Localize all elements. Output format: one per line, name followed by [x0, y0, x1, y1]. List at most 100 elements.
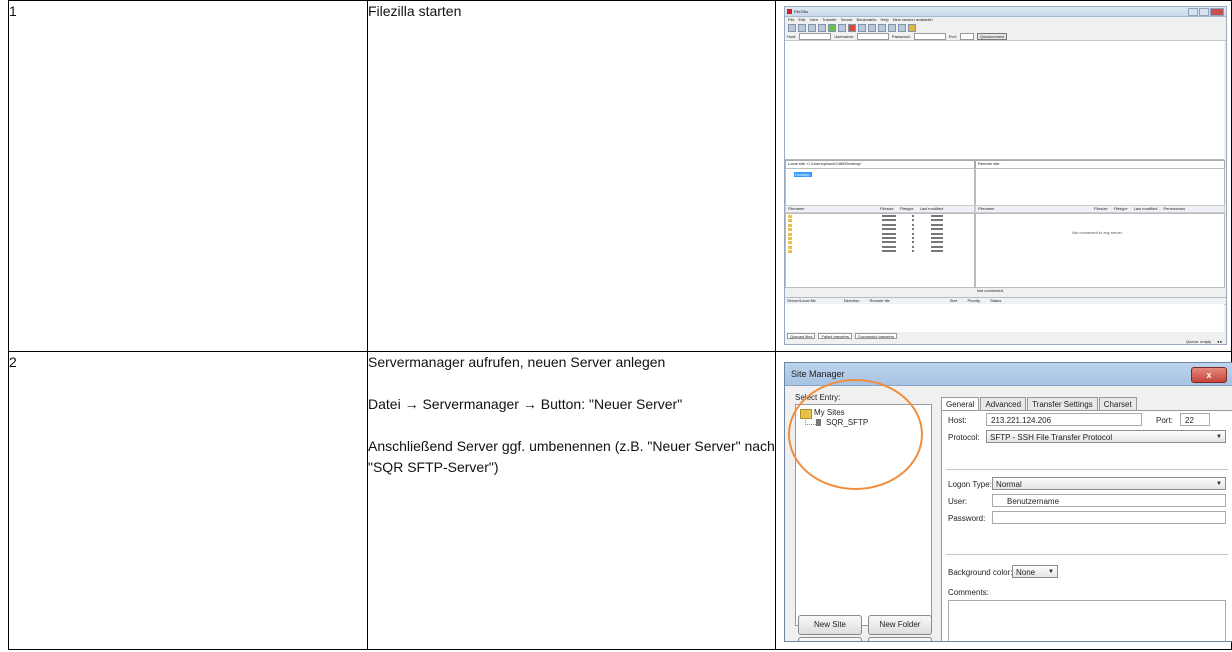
file-modified — [931, 223, 943, 226]
new-site-button: New Site — [798, 615, 862, 635]
menu-new-version: New version available! — [892, 17, 933, 22]
remote-list-header: Filename Filesize Filetype Last modified… — [975, 205, 1225, 213]
col-filesize: Filesize — [1094, 206, 1108, 211]
file-modified — [931, 228, 943, 231]
tab-failed-transfers: Failed transfers — [818, 333, 853, 339]
highlight-circle — [788, 379, 923, 490]
col-filename: Filename — [978, 206, 995, 211]
quickconnect-button: Quickconnect — [977, 32, 1008, 40]
filezilla-logo-icon — [787, 9, 792, 14]
filter-icon — [878, 23, 886, 32]
local-site-label: Local site: — [788, 161, 807, 166]
file-size — [912, 228, 914, 231]
password-label: Password: — [891, 33, 911, 39]
queue-tabs: Queued files Failed transfers Successful… — [785, 333, 1226, 339]
step-number: 1 — [8, 0, 368, 352]
password-input — [913, 32, 946, 40]
tree-selected-label: Desktop — [795, 172, 810, 177]
close-icon: x — [1191, 367, 1227, 383]
step-text: Anschließend Server ggf. umbenennen (z.B… — [368, 438, 775, 475]
tab-queued-files: Queued files — [787, 333, 816, 339]
protocol-select: SFTP - SSH File Transfer Protocol — [986, 430, 1226, 444]
user-label: User: — [948, 497, 968, 506]
file-size — [912, 215, 914, 217]
remote-tree — [975, 168, 1225, 206]
process-queue-icon — [838, 23, 846, 32]
divider — [946, 469, 1228, 470]
protocol-label: Protocol: — [948, 433, 980, 442]
password-input — [992, 511, 1226, 524]
host-label: Host: — [948, 416, 967, 425]
screenshot-cell: FileZilla File Edit View Transfer Server… — [775, 0, 1232, 352]
file-modified — [931, 219, 943, 222]
col-last-modified: Last modified — [919, 206, 944, 211]
toggle-log-icon — [798, 23, 806, 32]
local-list-header: Filename Filesize Filetype Last modified — [785, 205, 975, 213]
filezilla-screenshot: FileZilla File Edit View Transfer Server… — [784, 6, 1227, 345]
queue-area — [785, 304, 1224, 332]
menu-view: View — [809, 17, 818, 22]
window-controls — [1188, 8, 1224, 16]
remote-file-list: Not connected to any server — [975, 213, 1225, 288]
port-label: Port: — [948, 33, 958, 39]
site-tabs: General Advanced Transfer Settings Chars… — [941, 397, 1138, 411]
col-filetype: Filetype — [899, 206, 914, 211]
file-size — [912, 236, 914, 239]
file-modified — [931, 250, 943, 253]
file-type — [882, 215, 896, 217]
site-manager-title: Site Manager — [791, 369, 845, 379]
compare-icon — [888, 23, 896, 32]
message-log — [785, 41, 1224, 160]
logon-type-label: Logon Type: — [948, 480, 992, 489]
remote-site-label: Remote site: — [978, 161, 1001, 166]
file-type — [882, 245, 896, 248]
file-modified — [931, 236, 943, 239]
col-filename: Filename — [788, 206, 805, 211]
host-label: Host: — [787, 33, 797, 39]
file-row — [786, 249, 974, 254]
table-row: 1 Filezilla starten FileZilla File Edit … — [8, 0, 1232, 352]
col-permissions: Permissions — [1163, 206, 1186, 211]
minimize-icon — [1188, 8, 1198, 16]
file-size — [912, 241, 914, 244]
file-modified — [931, 215, 943, 217]
file-type — [882, 228, 896, 231]
comments-label: Comments: — [948, 588, 989, 597]
screenshot-cell: Site Manager x Select Entry: My Sites SQ… — [775, 351, 1232, 650]
toggle-remote-icon — [818, 23, 826, 32]
sync-icon — [898, 23, 906, 32]
divider — [946, 554, 1228, 555]
search-icon — [908, 23, 916, 32]
port-label: Port: — [1156, 416, 1173, 425]
site-manager-screenshot: Site Manager x Select Entry: My Sites SQ… — [784, 362, 1232, 642]
remote-status: Not connected. — [975, 287, 1223, 295]
col-last-modified: Last modified — [1133, 206, 1158, 211]
refresh-icon — [828, 23, 836, 32]
table-row: 2 Servermanager aufrufen, neuen Server a… — [8, 351, 1232, 650]
filezilla-title: FileZilla — [794, 9, 808, 14]
step-text: Filezilla starten — [368, 3, 462, 19]
username-label: Username: — [834, 33, 854, 39]
file-type — [882, 236, 896, 239]
local-file-list — [785, 213, 975, 288]
background-color-label: Background color: — [948, 568, 1013, 577]
instruction-table: 1 Filezilla starten FileZilla File Edit … — [8, 0, 1232, 650]
step-text: Servermanager aufrufen, neuen Server anl… — [368, 354, 666, 370]
file-type — [882, 232, 896, 235]
file-modified — [931, 232, 943, 235]
file-size — [912, 232, 914, 235]
tab-general: General — [941, 397, 980, 411]
toggle-tree-icon — [808, 23, 816, 32]
disconnect-icon — [858, 23, 866, 32]
logon-type-select: Normal — [992, 477, 1226, 491]
menu-transfer: Transfer — [821, 17, 837, 22]
quickconnect-bar: Host: Username: Password: Port: Quickcon… — [785, 32, 1226, 41]
general-panel: Host: 213.221.124.206 Port: 22 Protocol:… — [941, 410, 1232, 641]
username-input — [856, 32, 889, 40]
local-tree: Desktop — [785, 168, 975, 206]
menu-bookmarks: Bookmarks — [856, 17, 877, 22]
menu-help: Help — [880, 17, 889, 22]
file-type — [882, 250, 896, 253]
port-input — [960, 32, 975, 40]
password-label: Password: — [948, 514, 986, 523]
